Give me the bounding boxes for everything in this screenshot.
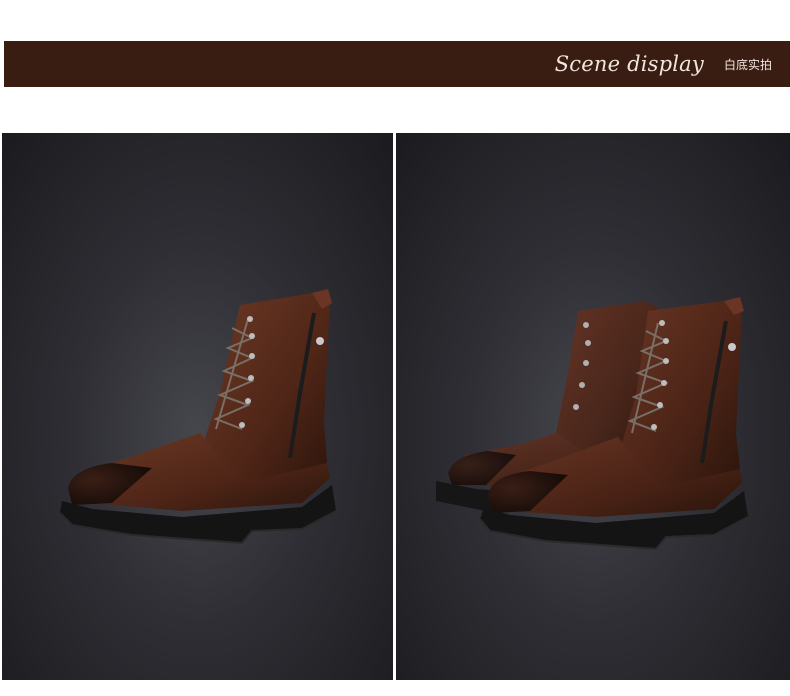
scene-display-banner: Scene display 白底实拍 [4, 41, 790, 87]
boot-pair-photo [396, 133, 790, 680]
banner-title: Scene display [554, 52, 704, 76]
single-boot-photo [2, 133, 393, 680]
banner-subtitle: 白底实拍 [723, 57, 772, 72]
boot-pair-illustration [436, 297, 749, 551]
single-boot-illustration [59, 289, 337, 545]
